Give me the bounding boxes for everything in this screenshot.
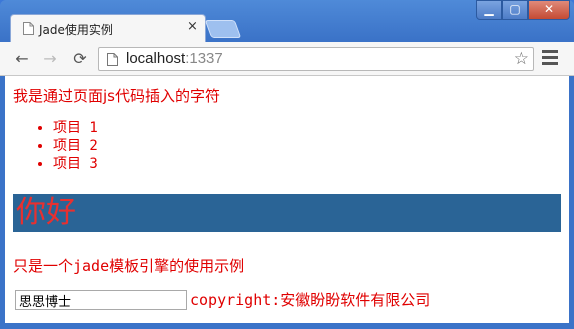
back-icon[interactable]: ← (12, 49, 32, 68)
list-item: 项目 3 (53, 155, 98, 173)
maximize-button[interactable]: ▢ (502, 0, 528, 20)
tab-title: Jade使用实例 (39, 23, 113, 37)
browser-window: Jade使用实例 × ▁ ▢ ✕ ← → ⟳ localhost:1337 ☆ … (0, 0, 574, 329)
forward-icon[interactable]: → (40, 49, 60, 68)
close-icon: ✕ (543, 2, 555, 16)
browser-toolbar: ← → ⟳ localhost:1337 ☆ (0, 42, 574, 76)
list-item: 项目 2 (53, 137, 98, 155)
maximize-icon: ▢ (509, 2, 521, 16)
copyright-text: copyright:安徽盼盼软件有限公司 (190, 291, 431, 309)
greeting-heading: 你好 (16, 195, 76, 230)
greeting-banner: 你好 (13, 194, 561, 232)
reload-icon[interactable]: ⟳ (70, 49, 90, 68)
url-host: localhost (126, 50, 186, 67)
url-port: :1337 (185, 50, 223, 67)
minimize-icon: ▁ (484, 2, 494, 16)
item-list: 项目 1 项目 2 项目 3 (13, 119, 98, 173)
minimize-button[interactable]: ▁ (476, 0, 502, 20)
bookmark-star-icon[interactable]: ☆ (514, 49, 529, 69)
tab-active[interactable]: Jade使用实例 × (10, 14, 206, 42)
tab-strip: Jade使用实例 × ▁ ▢ ✕ (0, 0, 574, 42)
new-tab-button[interactable] (204, 20, 242, 38)
page-icon (23, 22, 34, 35)
intro-text: 我是通过页面js代码插入的字符 (13, 87, 220, 105)
page-icon (107, 53, 118, 66)
address-bar[interactable]: localhost:1337 ☆ (98, 47, 534, 71)
list-item: 项目 1 (53, 119, 98, 137)
page-viewport: 我是通过页面js代码插入的字符 项目 1 项目 2 项目 3 你好 只是一个ja… (5, 76, 569, 323)
url-text[interactable]: localhost:1337 (126, 50, 223, 67)
name-input[interactable] (15, 290, 187, 310)
close-window-button[interactable]: ✕ (528, 0, 570, 20)
tab-close-icon[interactable]: × (187, 19, 198, 34)
description-text: 只是一个jade模板引擎的使用示例 (13, 257, 245, 275)
menu-icon[interactable] (542, 50, 558, 68)
